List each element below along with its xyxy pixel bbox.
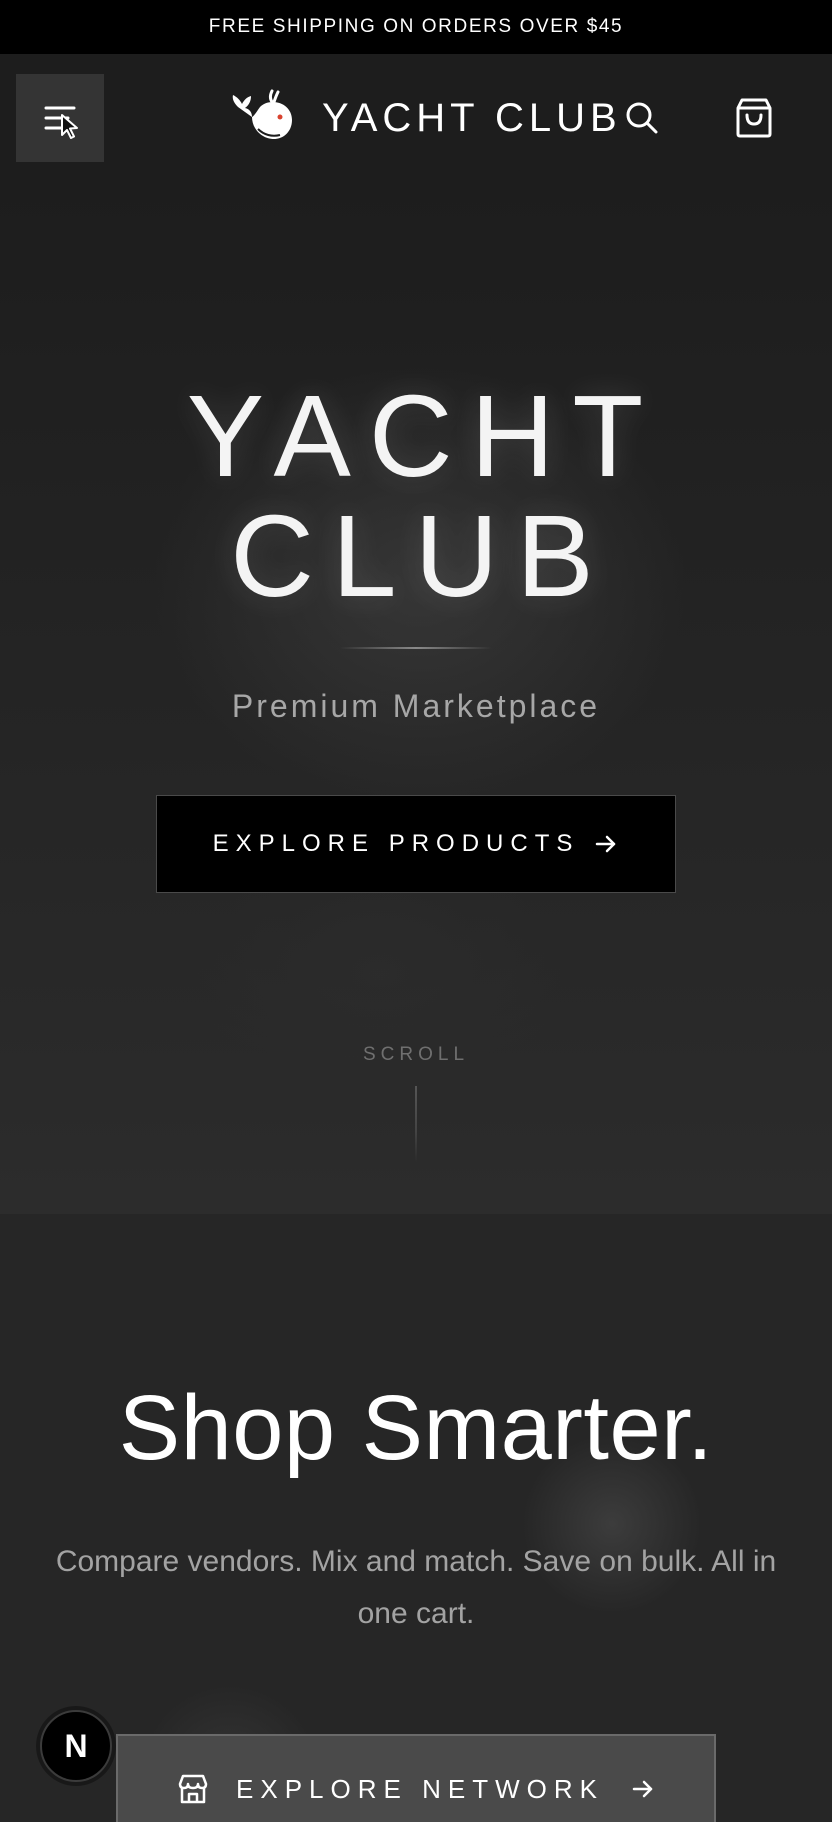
- whale-logo-icon: [232, 89, 292, 139]
- cursor-icon: [61, 114, 78, 139]
- section-description: Compare vendors. Mix and match. Save on …: [55, 1545, 777, 1630]
- search-icon: [626, 102, 658, 134]
- explore-products-button[interactable]: EXPLORE PRODUCTS: [156, 795, 676, 893]
- shopping-bag-icon: [736, 98, 772, 138]
- scroll-indicator-label: SCROLL: [362, 1044, 470, 1065]
- menu-button[interactable]: [16, 74, 104, 162]
- announcement-bar: FREE SHIPPING ON ORDERS OVER $45: [0, 0, 832, 54]
- hero-title-line2: CLUB: [230, 491, 612, 621]
- hero-divider: [340, 647, 492, 649]
- n-badge-letter: N: [64, 1727, 88, 1764]
- shop-smarter-section: Shop Smarter. Compare vendors. Mix and m…: [0, 1214, 832, 1822]
- announcement-text: FREE SHIPPING ON ORDERS OVER $45: [208, 16, 624, 37]
- section-title: Shop Smarter.: [118, 1377, 714, 1479]
- hero-subtitle: Premium Marketplace: [231, 688, 601, 724]
- hero-section: YACHT CLUB Premium Marketplace EXPLORE P…: [0, 184, 832, 1214]
- site-header: YACHT CLUB: [0, 54, 832, 184]
- cart-button[interactable]: [734, 96, 774, 140]
- explore-network-button[interactable]: EXPLORE NETWORK: [116, 1734, 716, 1822]
- brand-home-link[interactable]: YACHT CLUB: [230, 88, 622, 148]
- explore-network-label: EXPLORE NETWORK: [236, 1773, 604, 1804]
- brand-name: YACHT CLUB: [322, 95, 622, 140]
- explore-products-label: EXPLORE PRODUCTS: [212, 830, 580, 857]
- scroll-indicator-line: [415, 1086, 417, 1162]
- page: FREE SHIPPING ON ORDERS OVER $45 YACHT C…: [0, 0, 832, 1822]
- arrow-right-icon: [596, 835, 616, 853]
- n-badge-button[interactable]: N: [40, 1710, 112, 1782]
- arrow-right-icon: [632, 1780, 653, 1798]
- hero-title-line1: YACHT: [186, 371, 662, 501]
- menu-icon: [44, 106, 78, 139]
- store-icon: [178, 1774, 208, 1804]
- search-button[interactable]: [622, 98, 662, 138]
